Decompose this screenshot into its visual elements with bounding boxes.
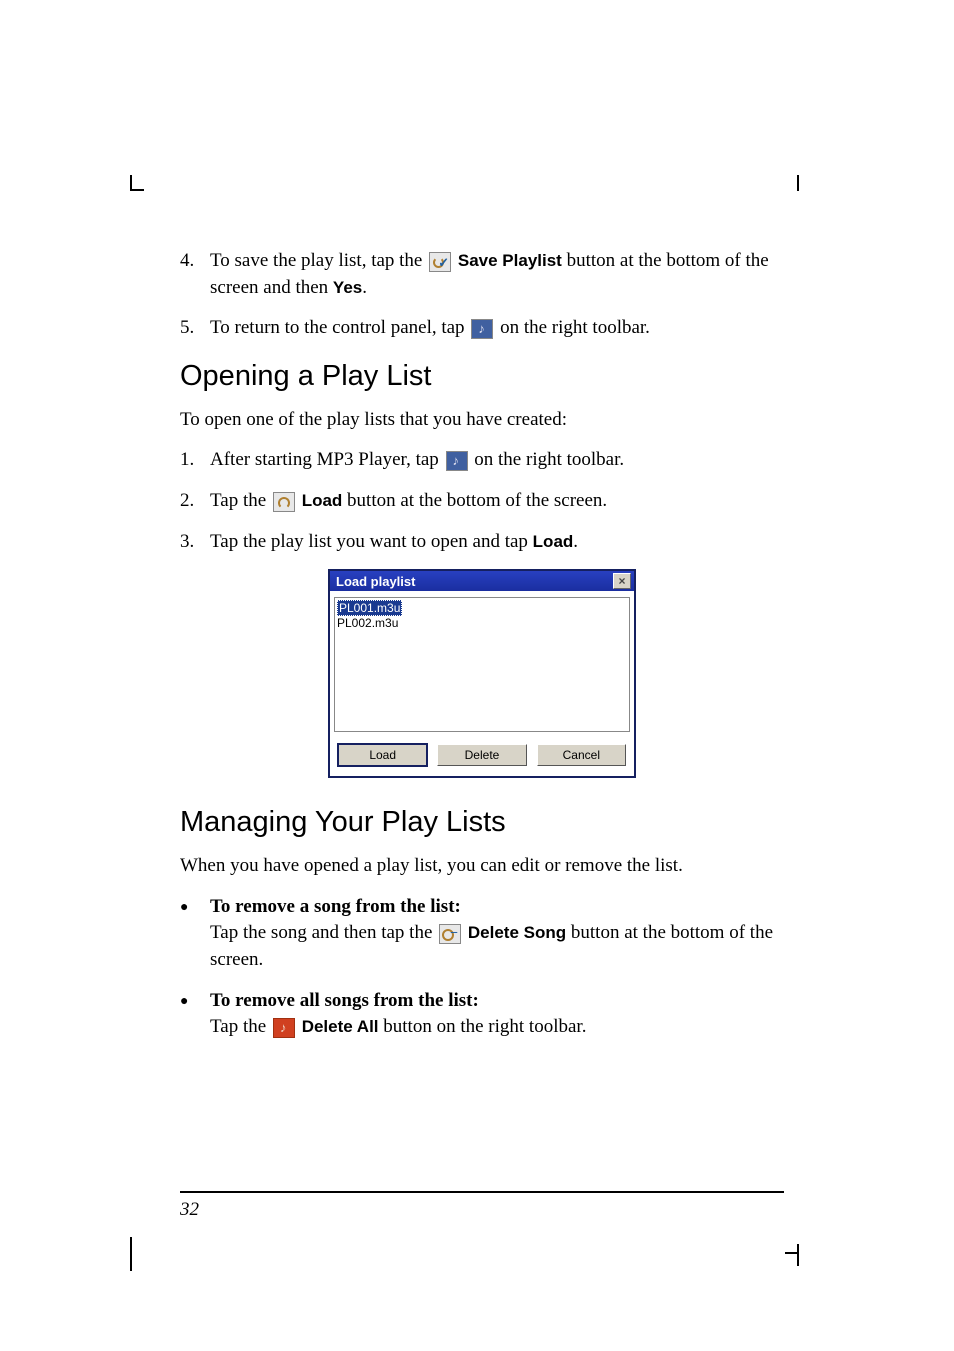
- control-panel-icon: [471, 319, 493, 339]
- page-number: 32: [180, 1199, 199, 1220]
- delete-song-label: Delete Song: [468, 923, 566, 942]
- list-number: 2.: [180, 488, 210, 515]
- crop-mark: [785, 1252, 799, 1266]
- crop-mark: [793, 1244, 799, 1252]
- text: Tap the song and then tap the: [210, 922, 437, 943]
- text: on the right toolbar.: [495, 317, 650, 338]
- delete-button[interactable]: Delete: [437, 744, 526, 766]
- playlist-icon: [446, 451, 468, 471]
- bullet-icon: ●: [180, 894, 210, 974]
- crop-mark: [793, 175, 799, 191]
- text: .: [573, 531, 578, 552]
- load-playlist-dialog: Load playlist × PL001.m3u PL002.m3u Load…: [328, 569, 636, 778]
- text: Tap the: [210, 490, 271, 511]
- text: button at the bottom of the screen.: [342, 490, 607, 511]
- list-number: 3.: [180, 529, 210, 556]
- text: .: [362, 277, 367, 298]
- delete-all-icon: [273, 1018, 295, 1038]
- bullet-body: To remove all songs from the list: Tap t…: [210, 988, 784, 1041]
- load-icon: [273, 492, 295, 512]
- step-5: 5. To return to the control panel, tap o…: [180, 315, 784, 342]
- bullet-remove-song: ● To remove a song from the list: Tap th…: [180, 894, 784, 974]
- crop-mark: [130, 1237, 136, 1271]
- delete-all-label: Delete All: [302, 1017, 379, 1036]
- yes-label: Yes: [333, 278, 362, 297]
- playlist-listbox[interactable]: PL001.m3u PL002.m3u: [334, 597, 630, 732]
- step-body: Tap the play list you want to open and t…: [210, 529, 784, 556]
- list-number: 4.: [180, 248, 210, 301]
- step-body: To save the play list, tap the Save Play…: [210, 248, 784, 301]
- paragraph: To open one of the play lists that you h…: [180, 407, 784, 434]
- step-4: 4. To save the play list, tap the Save P…: [180, 248, 784, 301]
- text: Tap the play list you want to open and t…: [210, 531, 533, 552]
- paragraph: When you have opened a play list, you ca…: [180, 853, 784, 880]
- close-icon[interactable]: ×: [613, 573, 631, 589]
- step-body: To return to the control panel, tap on t…: [210, 315, 784, 342]
- text: button on the right toolbar.: [379, 1016, 587, 1037]
- step-body: After starting MP3 Player, tap on the ri…: [210, 447, 784, 474]
- save-playlist-label: Save Playlist: [458, 251, 562, 270]
- list-item[interactable]: PL002.m3u: [337, 616, 627, 630]
- bullet-icon: ●: [180, 988, 210, 1041]
- heading-managing-playlists: Managing Your Play Lists: [180, 806, 784, 839]
- open-step-3: 3. Tap the play list you want to open an…: [180, 529, 784, 556]
- bullet-remove-all: ● To remove all songs from the list: Tap…: [180, 988, 784, 1041]
- bullet-body: To remove a song from the list: Tap the …: [210, 894, 784, 974]
- cancel-button[interactable]: Cancel: [537, 744, 626, 766]
- bullet-heading: To remove all songs from the list:: [210, 990, 479, 1011]
- dialog-titlebar: Load playlist ×: [330, 571, 634, 591]
- list-number: 5.: [180, 315, 210, 342]
- text: After starting MP3 Player, tap: [210, 449, 444, 470]
- text: on the right toolbar.: [470, 449, 625, 470]
- load-label: Load: [533, 532, 574, 551]
- delete-song-icon: [439, 924, 461, 944]
- text: To return to the control panel, tap: [210, 317, 469, 338]
- text: To save the play list, tap the: [210, 250, 427, 271]
- load-button[interactable]: Load: [338, 744, 427, 766]
- bullet-heading: To remove a song from the list:: [210, 896, 461, 917]
- open-step-2: 2. Tap the Load button at the bottom of …: [180, 488, 784, 515]
- save-playlist-icon: [429, 252, 451, 272]
- load-label: Load: [302, 491, 343, 510]
- step-body: Tap the Load button at the bottom of the…: [210, 488, 784, 515]
- list-item-selected[interactable]: PL001.m3u: [337, 600, 402, 616]
- page-footer: 32: [180, 1191, 784, 1221]
- page-content: 4. To save the play list, tap the Save P…: [0, 0, 954, 1155]
- open-step-1: 1. After starting MP3 Player, tap on the…: [180, 447, 784, 474]
- heading-opening-playlist: Opening a Play List: [180, 360, 784, 393]
- text: Tap the: [210, 1016, 271, 1037]
- crop-mark: [130, 189, 144, 191]
- list-number: 1.: [180, 447, 210, 474]
- dialog-title: Load playlist: [336, 574, 415, 589]
- dialog-button-row: Load Delete Cancel: [330, 738, 634, 776]
